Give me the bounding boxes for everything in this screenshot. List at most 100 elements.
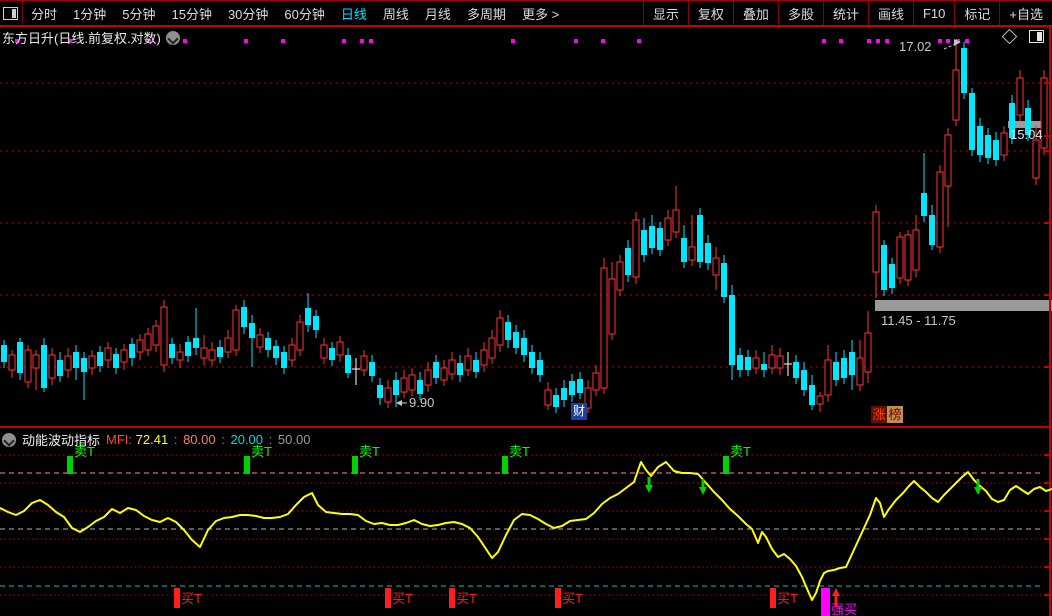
down-candle — [217, 347, 223, 357]
signal-dot — [822, 39, 826, 43]
down-candle — [833, 362, 839, 380]
chart-canvas[interactable]: 卖T 卖T 卖T 卖T 卖T买T 买T 买T 买T 买T强买 — [0, 0, 1052, 616]
up-candle — [32, 354, 40, 369]
menu-f10[interactable]: F10 — [912, 1, 954, 25]
tab-1min[interactable]: 1分钟 — [73, 4, 106, 23]
sell-marker-bar — [67, 456, 73, 474]
up-candle — [768, 354, 776, 369]
news-badge[interactable]: 财 — [571, 403, 587, 420]
up-candle — [160, 306, 168, 366]
tab-5min[interactable]: 5分钟 — [122, 4, 155, 23]
up-candle — [144, 333, 152, 351]
down-candle — [73, 352, 79, 368]
down-candle — [985, 135, 991, 158]
strong-buy-bar — [821, 588, 830, 616]
gap-band — [875, 300, 1052, 311]
signal-dot — [342, 39, 346, 43]
down-candle — [281, 352, 287, 368]
signal-dot — [574, 39, 578, 43]
up-candle — [288, 344, 296, 361]
signal-dot — [601, 39, 605, 43]
tab-15min[interactable]: 15分钟 — [171, 4, 211, 23]
rank-badge[interactable]: 涨 榜 — [871, 406, 903, 423]
down-candle — [649, 226, 655, 248]
tab-multi-period[interactable]: 多周期 — [467, 4, 506, 23]
tab-monthly[interactable]: 月线 — [425, 4, 451, 23]
up-candle — [616, 261, 624, 291]
down-candle — [841, 358, 847, 378]
sell-marker-bar — [502, 456, 508, 474]
down-candle — [369, 362, 375, 376]
up-candle — [480, 349, 488, 366]
up-candle — [8, 354, 16, 371]
diamond-icon[interactable] — [1001, 28, 1018, 45]
chevron-down-icon[interactable] — [165, 30, 180, 45]
indicator-name[interactable]: 动能波动指标 — [22, 430, 100, 449]
down-candle — [185, 342, 191, 356]
down-candle — [113, 354, 119, 368]
up-candle — [672, 209, 680, 233]
up-candle — [608, 278, 616, 335]
up-candle — [256, 334, 264, 348]
up-candle — [600, 267, 608, 389]
down-candle — [41, 345, 47, 388]
up-candle — [208, 349, 216, 361]
tab-daily-active[interactable]: 日线 — [341, 4, 367, 23]
buy-marker-bar — [555, 588, 561, 608]
window-split-icon[interactable] — [3, 6, 18, 20]
up-candle — [360, 355, 368, 371]
down-candle — [305, 308, 311, 325]
tab-weekly[interactable]: 周线 — [383, 4, 409, 23]
menu-multi-stock[interactable]: 多股 — [777, 1, 823, 25]
up-candle — [896, 236, 904, 279]
tab-fenshi[interactable]: 分时 — [31, 4, 57, 23]
strong-buy-arrow-head — [832, 588, 840, 596]
high-price-label: 17.02 — [899, 39, 932, 54]
menu-adjust[interactable]: 复权 — [687, 1, 733, 25]
up-candle — [224, 337, 232, 353]
down-candle — [329, 348, 335, 360]
signal-dot — [938, 39, 942, 43]
down-candle — [265, 338, 271, 350]
up-candle — [544, 389, 552, 406]
buy-marker-label: 买T — [181, 591, 202, 606]
down-candle — [681, 238, 687, 262]
tab-30min[interactable]: 30分钟 — [228, 4, 268, 23]
up-candle — [664, 217, 672, 241]
signal-dot — [360, 39, 364, 43]
tab-more[interactable]: 更多 > — [522, 4, 559, 23]
up-candle — [120, 349, 128, 363]
menu-display[interactable]: 显示 — [642, 1, 688, 25]
menu-overlay[interactable]: 叠加 — [732, 1, 778, 25]
down-candle — [505, 322, 511, 340]
down-candle — [961, 48, 967, 93]
mfi-param-low: 20.00 — [230, 432, 264, 447]
up-candle — [200, 347, 208, 359]
up-candle — [936, 171, 944, 248]
up-candle — [88, 355, 96, 369]
stock-title: 东方日升(日线.前复权.对数) — [2, 31, 161, 46]
up-candle — [48, 354, 56, 379]
up-candle — [232, 309, 240, 351]
low-price-label: 9.90 — [409, 395, 435, 410]
menu-add-watchlist[interactable]: +自选 — [999, 1, 1052, 25]
up-candle — [776, 355, 784, 369]
down-candle — [345, 355, 351, 373]
pane-layout-icon[interactable] — [1029, 30, 1044, 43]
down-candle — [129, 344, 135, 358]
down-candle — [457, 363, 463, 375]
menu-statistics[interactable]: 统计 — [822, 1, 868, 25]
menu-draw-line[interactable]: 画线 — [867, 1, 913, 25]
down-candle — [569, 381, 575, 395]
indicator-chevron-icon[interactable] — [2, 432, 16, 447]
down-candle — [705, 243, 711, 263]
up-candle — [152, 325, 160, 346]
up-candle — [136, 339, 144, 353]
buy-marker-label: 买T — [392, 591, 413, 606]
menu-mark[interactable]: 标记 — [954, 1, 999, 25]
menu-divider — [22, 2, 23, 24]
tab-60min[interactable]: 60分钟 — [284, 4, 324, 23]
down-candle — [377, 385, 383, 398]
up-candle — [464, 355, 472, 371]
down-arrow-head — [699, 487, 707, 495]
